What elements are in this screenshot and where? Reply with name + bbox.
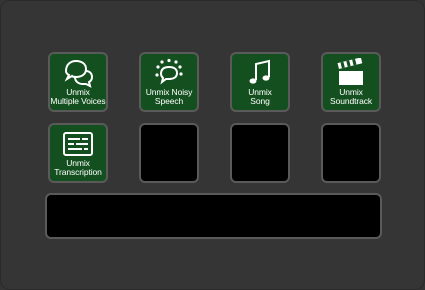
empty-key[interactable] (139, 123, 199, 183)
empty-key[interactable] (230, 123, 290, 183)
button-label-line2: Soundtrack (330, 96, 372, 106)
unmix-song-button[interactable]: Unmix Song (230, 52, 290, 112)
empty-key[interactable] (321, 123, 381, 183)
unmix-noisy-speech-button[interactable]: Unmix Noisy Speech (139, 52, 199, 112)
transcript-icon (50, 127, 106, 161)
clapperboard-icon (323, 56, 379, 90)
control-panel: Unmix Multiple Voices Unmix Noisy Speech (0, 0, 425, 290)
touch-strip-display[interactable] (45, 193, 382, 239)
button-label-line2: Multiple Voices (50, 96, 106, 106)
button-label-line2: Transcription (54, 167, 102, 177)
unmix-multiple-voices-button[interactable]: Unmix Multiple Voices (48, 52, 108, 112)
unmix-transcription-button[interactable]: Unmix Transcription (48, 123, 108, 183)
noisy-speech-bubble-icon (141, 56, 197, 90)
speech-bubbles-icon (50, 56, 106, 90)
unmix-soundtrack-button[interactable]: Unmix Soundtrack (321, 52, 381, 112)
button-label-line2: Speech (154, 96, 184, 106)
music-note-icon (232, 56, 288, 90)
button-label-line2: Song (250, 96, 270, 106)
